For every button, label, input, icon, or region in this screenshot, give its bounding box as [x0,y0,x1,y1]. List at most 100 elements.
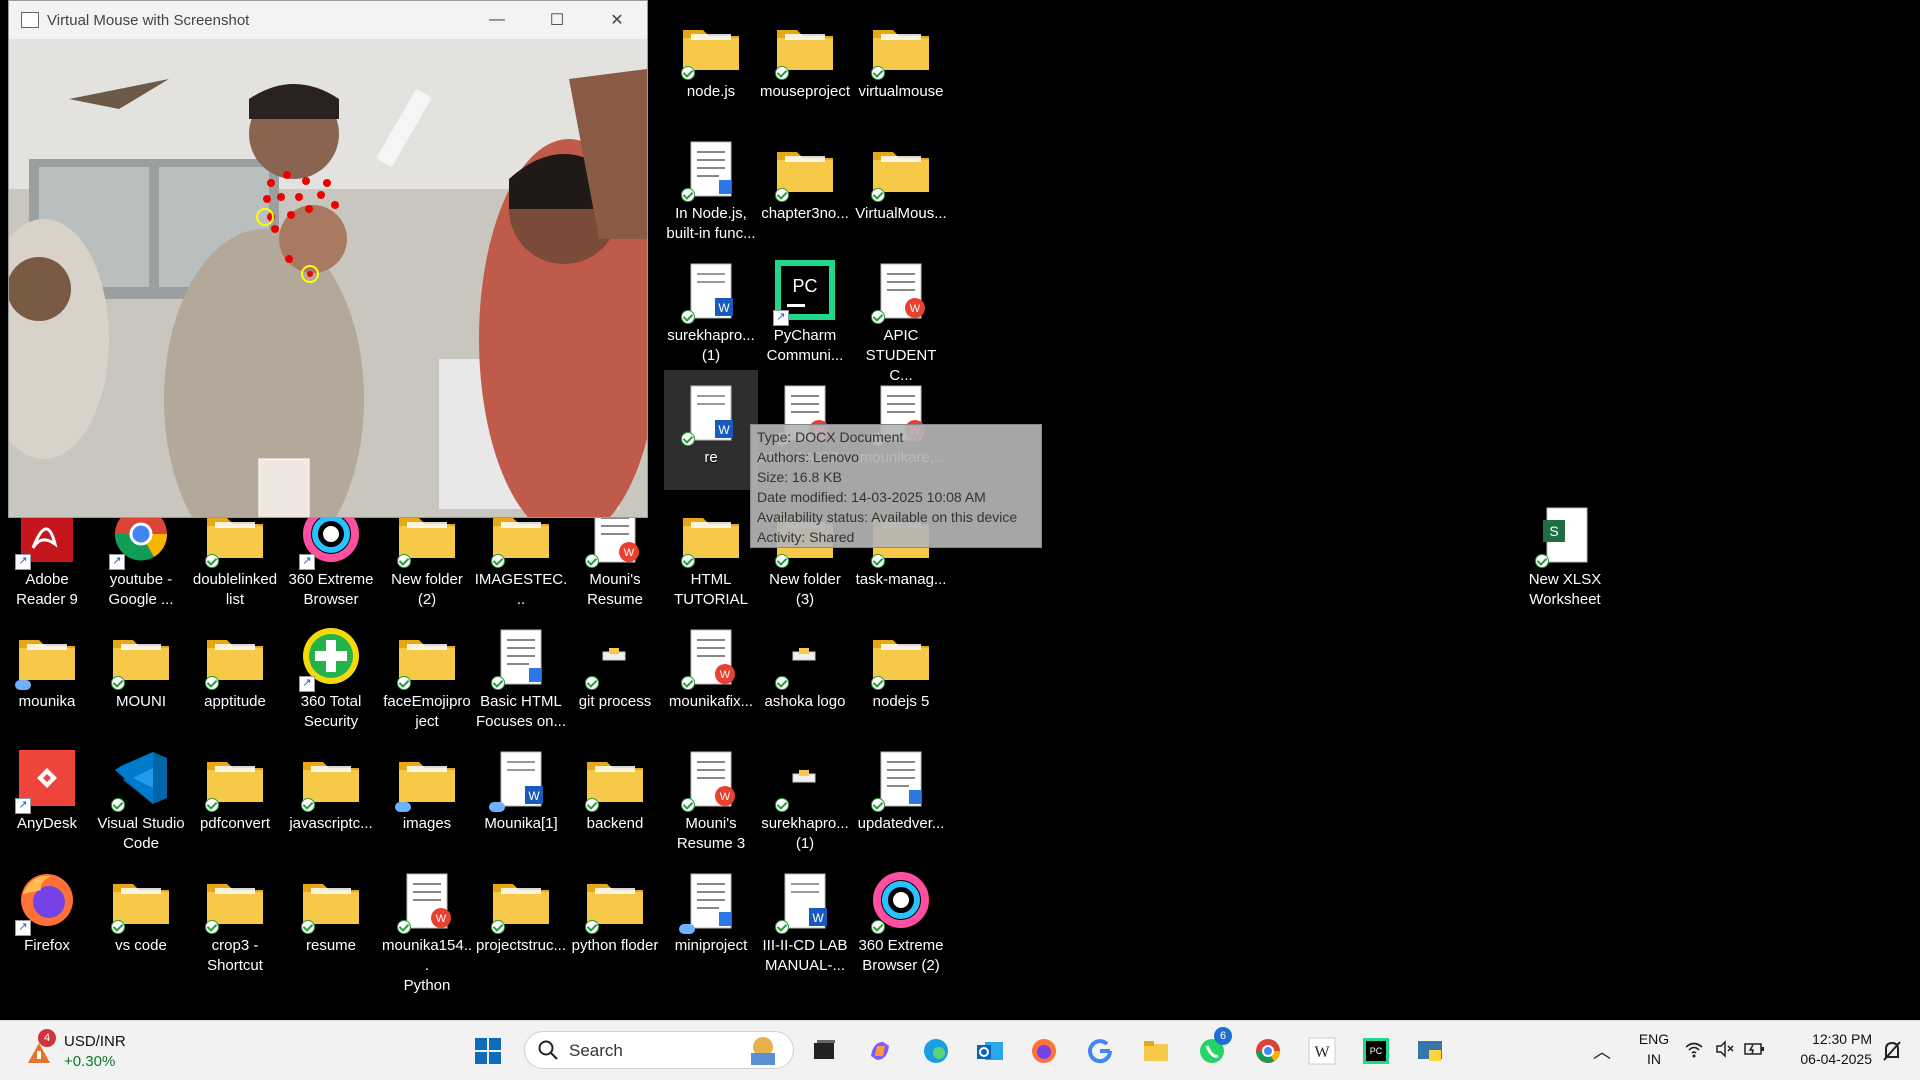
synced-check-icon [775,676,789,690]
desktop-icon-virtualmous2[interactable]: VirtualMous... [854,126,948,246]
tooltip-type: Type: DOCX Document [757,429,904,445]
desktop-icon-mounikafix[interactable]: Wmounikafix... [664,614,758,734]
weather-badge: 4 [38,1029,56,1047]
desktop-icon-vscode[interactable]: Visual Studio Code [94,736,188,856]
desktop-icon-pythonfloder[interactable]: python floder [568,858,662,978]
taskbar-chrome[interactable] [1248,1031,1288,1071]
taskbar-outlook[interactable] [970,1031,1010,1071]
synced-check-icon [205,798,219,812]
desktop-icon-newxlsx[interactable]: S New XLSX Worksheet [1518,492,1612,612]
minimize-button[interactable]: — [467,1,527,39]
desktop-icon-backend[interactable]: backend [568,736,662,856]
desktop-icon-chapter3[interactable]: chapter3no... [758,126,852,246]
widgets-button[interactable]: 4 USD/INR +0.30% [20,1027,140,1075]
desktop-icon-htmltut[interactable]: HTML TUTORIAL [664,492,758,612]
desktop-icon-crop3[interactable]: crop3 - Shortcut [188,858,282,978]
notification-center-button[interactable] [1872,1031,1912,1071]
desktop-icon-label: AnyDesk [16,815,78,832]
desktop-icon-label: Mounika[1] [484,815,558,832]
system-tray[interactable] [1684,1039,1774,1063]
desktop-icon-gitprocess[interactable]: git process [568,614,662,734]
desktop-icon-mounika1[interactable]: W Mounika[1] [474,736,568,856]
desktop-icon-mounika[interactable]: mounika [0,614,94,734]
desktop-icon-mounika154[interactable]: Wmounika154... Python [380,858,474,994]
desktop-icon-surekha1[interactable]: Wsurekhapro... (1) [664,248,758,368]
folder-icon [869,626,933,690]
search-input[interactable]: Search [524,1031,794,1069]
desktop-icon-extreme360b[interactable]: 360 Extreme Browser (2) [854,858,948,978]
synced-check-icon [681,432,695,446]
doc-icon [679,138,743,202]
desktop-icon-mounisresume3[interactable]: W Mouni's Resume 3 [664,736,758,856]
google-icon [1088,1039,1113,1064]
whatsapp-badge: 6 [1214,1027,1232,1045]
desktop-icon-apic[interactable]: W APIC STUDENT C... [854,248,948,384]
folder-icon [679,504,743,568]
desktop-icon-firefox[interactable]: ↗ Firefox [0,858,94,978]
desktop-icon-apptitude[interactable]: apptitude [188,614,282,734]
desktop-icon-total360[interactable]: ↗ 360 Total Security [284,614,378,734]
show-hidden-icons-button[interactable]: ︿ [1582,1031,1622,1071]
clock[interactable]: 12:30 PM 06-04-2025 [1776,1029,1872,1069]
firefox-icon: ↗ [15,870,79,936]
desktop-icon-vscodefolder[interactable]: vs code [94,858,188,978]
synced-check-icon [871,798,885,812]
desktop-icon-images[interactable]: images [380,736,474,856]
desktop-icon-faceemoji[interactable]: faceEmojipro ject [380,614,474,734]
svg-text:W: W [720,669,731,681]
taskbar-copilot[interactable] [860,1031,900,1071]
copilot-icon [871,1042,889,1060]
desktop-icon-nodejs[interactable]: node.js [664,4,758,124]
desktop[interactable]: node.js mouseproject virtualmouse In Node.j… [0,0,1920,1020]
desktop-icon-virtualmouse[interactable]: virtualmouse [854,4,948,124]
desktop-icon-updatedver[interactable]: updatedver... [854,736,948,856]
svg-text:PC: PC [792,276,817,296]
taskbar-firefox[interactable] [1024,1031,1064,1071]
taskbar-file-explorer[interactable] [1136,1031,1176,1071]
desktop-icon-label: Firefox [24,937,70,954]
synced-check-icon [681,66,695,80]
language-indicator[interactable]: ENG IN [1634,1029,1674,1069]
desktop-icon-javascriptc[interactable]: javascriptc... [284,736,378,856]
desktop-icon-ashoka[interactable]: ashoka logo [758,614,852,734]
desktop-icon-label: 360 Extreme Browser [288,571,374,608]
desktop-icon-label: surekhapro... (1) [761,815,849,852]
desktop-icon-surekha1b[interactable]: surekhapro... (1) [758,736,852,856]
desktop-icon-nodejs5[interactable]: nodejs 5 [854,614,948,734]
desktop-icon-labmanual[interactable]: W III-II-CD LAB MANUAL-... [758,858,852,978]
desktop-icon-label: vs code [115,937,167,954]
taskbar-pycharm[interactable]: PC [1356,1031,1396,1071]
desktop-icon-resume[interactable]: resume [284,858,378,978]
maximize-button[interactable]: ☐ [527,1,587,39]
start-button[interactable] [468,1031,508,1071]
desktop-icon-pycharm[interactable]: PC ↗ PyCharm Communi... [758,248,852,368]
svg-text:S: S [1549,523,1558,539]
synced-check-icon [585,920,599,934]
tooltip-size: Size: 16.8 KB [757,469,842,485]
desktop-icon-miniproject[interactable]: miniproject [664,858,758,978]
desktop-icon-pdfconvert[interactable]: pdfconvert [188,736,282,856]
desktop-icon-anydesk[interactable]: ↗ AnyDesk [0,736,94,856]
taskbar-wikipedia[interactable]: W [1302,1031,1342,1071]
taskbar-edge[interactable] [916,1031,956,1071]
taskbar-task-view[interactable] [804,1031,844,1071]
desktop-icon-label: PyCharm Communi... [766,327,844,364]
wps-icon: W [395,870,459,934]
taskbar-whatsapp[interactable]: 6 [1192,1027,1232,1071]
taskbar-google[interactable] [1080,1031,1120,1071]
close-button[interactable]: ✕ [587,1,647,39]
desktop-icon-re[interactable]: Wre [664,370,758,490]
tooltip-activity: Activity: Shared [757,529,855,545]
desktop-icon-mouseproject[interactable]: mouseproject [758,4,852,124]
window-titlebar[interactable]: Virtual Mouse with Screenshot — ☐ ✕ [9,1,647,39]
chrome-icon [1256,1039,1280,1063]
taskbar-python-app[interactable] [1410,1031,1450,1071]
desktop-icon-innodejs[interactable]: In Node.js, built-in func... [664,126,758,246]
cloud-icon [489,802,505,812]
desktop-icon-basichtml[interactable]: Basic HTML Focuses on... [474,614,568,734]
pycharm-icon: PC [1363,1038,1389,1064]
svg-text:W: W [528,789,540,803]
desktop-icon-mouni[interactable]: MOUNI [94,614,188,734]
virtual-mouse-window[interactable]: Virtual Mouse with Screenshot — ☐ ✕ [8,0,648,518]
desktop-icon-projectstruc[interactable]: projectstruc... [474,858,568,978]
